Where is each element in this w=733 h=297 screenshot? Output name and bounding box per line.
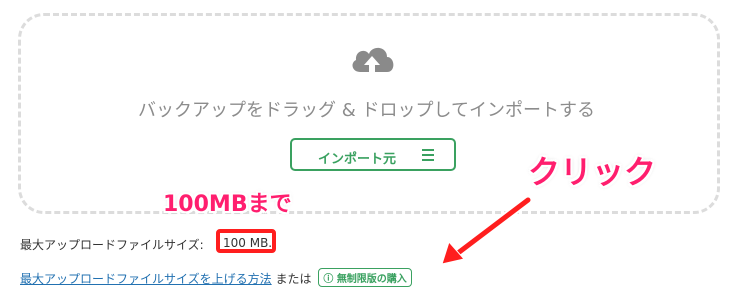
buy-unlimited-label: 無制限版の購入 [336, 274, 407, 285]
cloud-upload-icon [352, 47, 394, 78]
buy-unlimited-button[interactable]: ⓘ 無制限版の購入 [318, 268, 412, 287]
max-upload-value: 100 MB. [216, 229, 276, 253]
max-upload-label: 最大アップロードファイルサイズ: [20, 238, 204, 252]
arrow-annotation [441, 195, 533, 265]
size-annotation: 100MBまで [163, 192, 292, 217]
click-annotation: クリック [528, 153, 657, 191]
import-from-button[interactable]: インポート元 [290, 138, 456, 171]
increase-size-link[interactable]: 最大アップロードファイルサイズを上げる方法 [20, 272, 272, 286]
upgrade-row: 最大アップロードファイルサイズを上げる方法 または ⓘ 無制限版の購入 [20, 268, 412, 287]
import-from-label: インポート元 [318, 152, 397, 167]
drop-instruction: バックアップをドラッグ & ドロップしてインポートする [138, 100, 595, 121]
or-text: または [275, 272, 312, 286]
menu-icon [422, 149, 434, 164]
info-circle-icon: ⓘ [323, 274, 334, 285]
